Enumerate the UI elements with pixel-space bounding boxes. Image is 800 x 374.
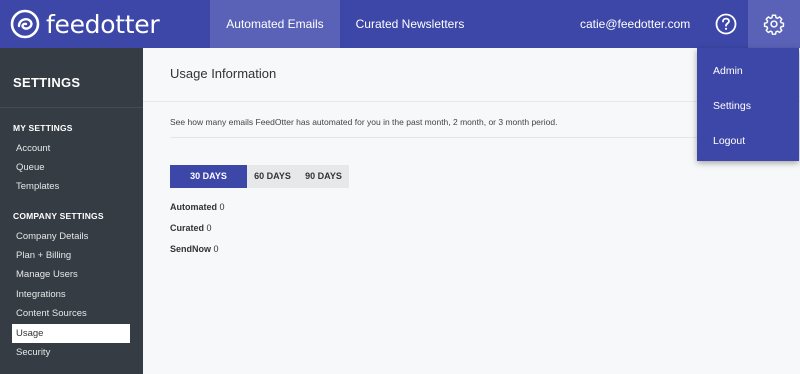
settings-button[interactable] (748, 0, 800, 48)
logo-wordmark: feedotter (46, 9, 160, 39)
description-divider (170, 137, 700, 138)
menu-item-logout[interactable]: Logout (713, 135, 745, 147)
menu-item-settings[interactable]: Settings (713, 100, 751, 112)
settings-sidebar: SETTINGS MY SETTINGS Account Queue Templ… (0, 48, 143, 374)
settings-dropdown-menu: Admin Settings Logout (697, 48, 799, 161)
stat-value: 0 (206, 223, 212, 233)
sidebar-item-templates[interactable]: Templates (12, 177, 130, 196)
stat-label: SendNow (170, 244, 212, 254)
usage-description: See how many emails FeedOtter has automa… (170, 117, 558, 127)
stat-value: 0 (213, 244, 219, 254)
sidebar-item-integrations[interactable]: Integrations (12, 285, 130, 304)
sidebar-title: SETTINGS (13, 75, 81, 90)
sidebar-item-company-details[interactable]: Company Details (12, 227, 130, 246)
tab-automated-emails[interactable]: Automated Emails (210, 0, 340, 48)
sidebar-item-content-sources[interactable]: Content Sources (12, 304, 130, 323)
sidebar-item-usage[interactable]: Usage (12, 324, 130, 343)
top-navigation-bar: feedotter Automated Emails Curated Newsl… (0, 0, 800, 48)
stat-label: Automated (170, 202, 217, 212)
question-circle-icon (715, 13, 737, 35)
stat-sendnow: SendNow 0 (170, 244, 219, 254)
stat-curated: Curated 0 (170, 223, 212, 233)
company-settings-heading: COMPANY SETTINGS (13, 211, 104, 221)
sidebar-divider (0, 107, 143, 108)
stat-automated: Automated 0 (170, 202, 225, 212)
help-button[interactable] (705, 0, 747, 48)
sidebar-item-security[interactable]: Security (12, 343, 130, 362)
period-90-days-button[interactable]: 90 DAYS (298, 165, 349, 188)
sidebar-item-plan-billing[interactable]: Plan + Billing (12, 246, 130, 265)
period-60-days-button[interactable]: 60 DAYS (247, 165, 298, 188)
period-selector: 30 DAYS 60 DAYS 90 DAYS (170, 165, 349, 188)
my-settings-heading: MY SETTINGS (13, 123, 73, 133)
sidebar-item-account[interactable]: Account (12, 139, 130, 158)
sidebar-item-queue[interactable]: Queue (12, 158, 130, 177)
sidebar-item-manage-users[interactable]: Manage Users (12, 265, 130, 284)
period-30-days-button[interactable]: 30 DAYS (170, 165, 247, 188)
user-email[interactable]: catie@feedotter.com (580, 0, 690, 48)
stat-label: Curated (170, 223, 205, 233)
feedotter-logo[interactable]: feedotter (10, 8, 160, 40)
tab-curated-newsletters[interactable]: Curated Newsletters (340, 0, 480, 48)
stat-value: 0 (219, 202, 225, 212)
feedotter-logo-icon (10, 9, 40, 39)
page-title: Usage Information (170, 66, 277, 81)
menu-item-admin[interactable]: Admin (713, 65, 743, 77)
gear-icon (763, 14, 785, 35)
